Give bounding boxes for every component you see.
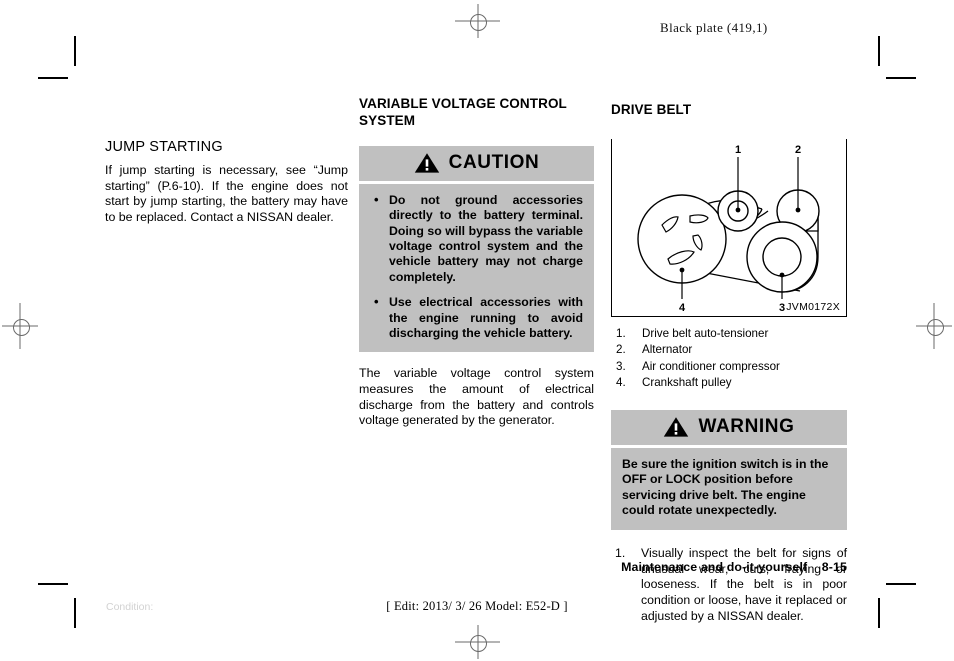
warning-box: WARNING Be sure the ignition switch is i… (611, 409, 847, 530)
crop-mark-bottom-left-horizontal (38, 583, 68, 585)
registration-mark-left (2, 303, 38, 349)
warning-triangle-icon (414, 152, 439, 173)
black-plate-label: Black plate (419,1) (660, 20, 768, 35)
manual-page: Black plate (419,1) JUMP STARTING If jum… (0, 0, 954, 661)
reg-circle (470, 634, 487, 652)
warning-body: Be sure the ignition switch is in the OF… (611, 447, 847, 530)
warning-triangle-icon (664, 416, 689, 437)
jump-starting-heading: JUMP STARTING (105, 139, 223, 155)
crop-mark-top-right-vertical (878, 36, 880, 66)
legend-label: Air conditioner compressor (642, 359, 780, 373)
figure-id-label: JVM0172X (786, 300, 840, 313)
jump-starting-paragraph: If jump starting is necessary, see “Jump… (105, 163, 348, 224)
caution-box: CAUTION Do not ground accessories direct… (359, 145, 594, 353)
footer-edit-info: [ Edit: 2013/ 3/ 26 Model: E52-D ] (386, 599, 568, 613)
right-column: DRIVE BELT 1 2 3 4 JVM0172X 1. Drive bel… (611, 102, 847, 625)
list-item: 4. Crankshaft pulley (611, 375, 847, 391)
caution-label: CAUTION (448, 152, 540, 174)
list-item: Do not ground accessories directly to th… (370, 192, 583, 285)
caution-bullet-list: Do not ground accessories directly to th… (370, 192, 583, 342)
caution-header: CAUTION (359, 145, 594, 181)
footer-chapter-label: Maintenance and do-it-yourself (621, 560, 808, 574)
crop-mark-top-left-vertical (74, 36, 76, 66)
crop-mark-bottom-right-horizontal (886, 583, 916, 585)
callout-4: 4 (679, 302, 686, 314)
legend-label: Crankshaft pulley (642, 376, 732, 390)
callout-3: 3 (779, 302, 785, 314)
variable-voltage-paragraph: The variable voltage control system meas… (359, 366, 594, 428)
reg-circle (12, 318, 30, 336)
warning-header: WARNING (611, 409, 847, 445)
reg-circle (470, 13, 487, 31)
reg-circle (926, 318, 944, 336)
crop-mark-top-left-horizontal (38, 77, 68, 79)
registration-mark-top (455, 4, 500, 38)
legend-label: Drive belt auto-tensioner (642, 326, 769, 340)
footer-chapter: Maintenance and do-it-yourself 8-15 (621, 560, 847, 574)
legend-number: 4. (616, 376, 626, 390)
warning-label: WARNING (698, 416, 795, 437)
drive-belt-figure: 1 2 3 4 JVM0172X (611, 138, 847, 317)
legend-number: 1. (616, 326, 626, 340)
drive-belt-heading: DRIVE BELT (611, 102, 692, 117)
caution-body: Do not ground accessories directly to th… (359, 183, 594, 353)
footer-page-number: 8-15 (821, 560, 847, 574)
registration-mark-right (916, 303, 952, 349)
callout-2: 2 (795, 144, 801, 156)
legend-number: 2. (616, 343, 626, 357)
list-item: 1. Drive belt auto-tensioner (611, 326, 847, 342)
middle-column: VARIABLE VOLTAGE CONTROL SYSTEM CAUTION … (359, 96, 594, 429)
callout-1: 1 (735, 144, 741, 156)
list-item: 2. Alternator (611, 342, 847, 358)
warning-text: Be sure the ignition switch is in the OF… (622, 456, 829, 518)
list-item: 3. Air conditioner compressor (611, 359, 847, 375)
left-column: JUMP STARTING If jump starting is necess… (105, 138, 348, 226)
variable-voltage-heading: VARIABLE VOLTAGE CONTROL SYSTEM (359, 96, 567, 128)
drive-belt-diagram: 1 2 3 4 (637, 144, 820, 314)
legend-number: 3. (616, 359, 626, 373)
crop-mark-top-right-horizontal (886, 77, 916, 79)
legend-label: Alternator (642, 343, 693, 357)
list-item: Use electrical accessories with the engi… (370, 294, 583, 341)
drive-belt-legend: 1. Drive belt auto-tensioner 2. Alternat… (611, 326, 847, 392)
registration-mark-bottom (455, 625, 500, 659)
